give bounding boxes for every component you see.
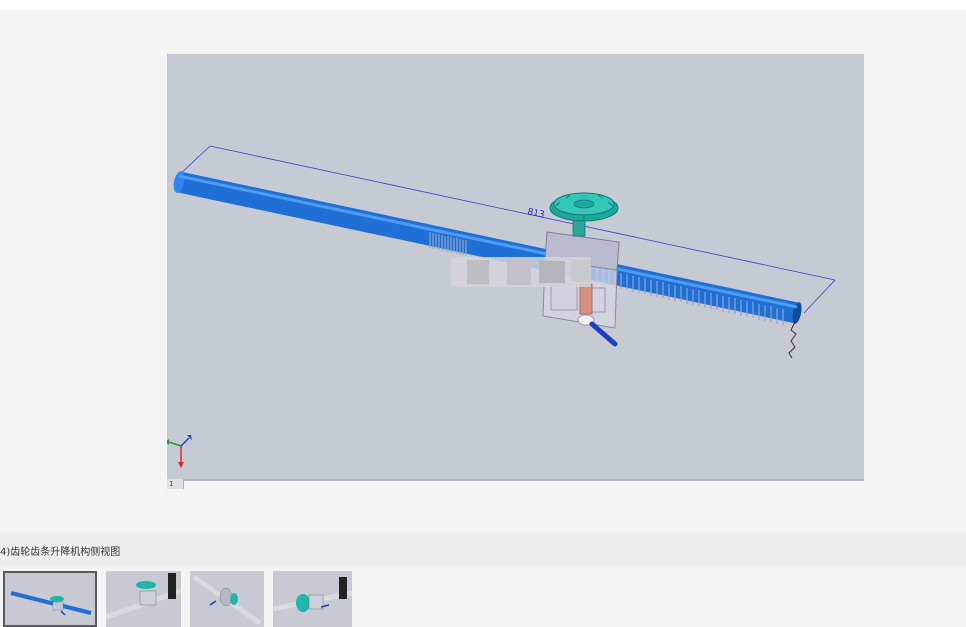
thumbnail-1[interactable] [3,571,97,627]
cad-3d-viewer[interactable]: 813 [167,54,864,481]
thumbnail-2[interactable] [106,571,181,627]
caption-bar: 4)齿轮齿条升降机构侧视图 [0,533,966,567]
image-caption: 4)齿轮齿条升降机构侧视图 [0,547,121,558]
thumbnail-3[interactable] [190,571,264,627]
dimension-label: 813 [526,207,545,220]
thumbnail-strip [0,571,966,627]
cad-model-drawing: 813 [167,145,836,468]
top-strip [0,0,966,10]
page-indicator[interactable]: 1 [167,479,184,489]
axis-triad-icon [167,435,192,468]
thumbnail-4[interactable] [273,571,352,627]
